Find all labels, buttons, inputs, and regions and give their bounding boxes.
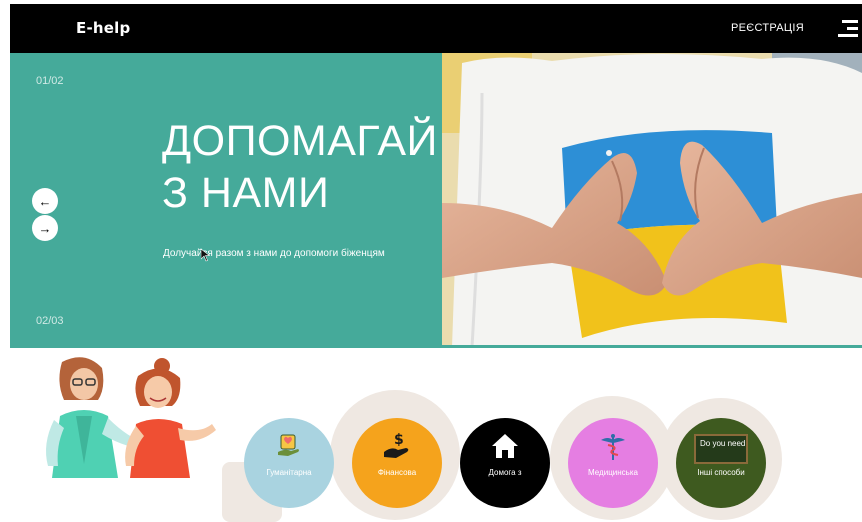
chalkboard-text: Do you need help? [700,439,748,448]
svg-text:$: $ [394,432,404,448]
category-humanitarian[interactable]: Гуманітарна [244,418,334,508]
help-categories-section: Гуманітарна $ Фінансова Домога з Медицин… [0,350,862,522]
category-label: Домога з [488,468,522,477]
category-label: Фінансова [377,468,417,477]
house-icon [460,432,550,462]
category-financial[interactable]: $ Фінансова [352,418,442,508]
hero-subtitle: Долучайся разом з нами до допомоги біжен… [163,248,385,259]
hamburger-menu-icon[interactable] [838,20,858,38]
money-hand-icon: $ [352,432,442,462]
slider-next-button[interactable]: → [32,215,58,241]
chalkboard-icon: Do you need help? [676,434,766,464]
hand-heart-icon [244,432,334,462]
category-label: Інші способи [697,468,745,477]
category-label: Гуманітарна [266,468,312,477]
category-housing[interactable]: Домога з [460,418,550,508]
hero-panel: 01/02 ДОПОМАГАЙ З НАМИ Долучайся разом з… [10,53,442,347]
top-navbar: E-help РЕЄСТРАЦІЯ [10,4,862,53]
heart-hands-photo [442,53,862,347]
hero-title-line1: ДОПОМАГАЙ [162,117,438,165]
caduceus-icon [568,432,658,462]
hero-title-line2: З НАМИ [162,169,330,217]
site-logo[interactable]: E-help [76,19,130,37]
register-link[interactable]: РЕЄСТРАЦІЯ [731,22,804,34]
slide-counter-current: 01/02 [36,75,64,87]
mouse-cursor-icon [201,249,210,262]
category-other[interactable]: Do you need help? Інші способи [676,418,766,508]
arrow-left-icon: ← [38,193,52,209]
category-medical[interactable]: Медицинська [568,418,658,508]
hero-divider [10,345,862,348]
hero-image [442,53,862,347]
volunteers-illustration [46,357,216,478]
slider-prev-button[interactable]: ← [32,188,58,214]
arrow-right-icon: → [38,220,52,236]
hero-title: ДОПОМАГАЙ З НАМИ [162,115,438,219]
category-label: Медицинська [588,468,638,477]
slide-counter-next: 02/03 [36,315,64,327]
